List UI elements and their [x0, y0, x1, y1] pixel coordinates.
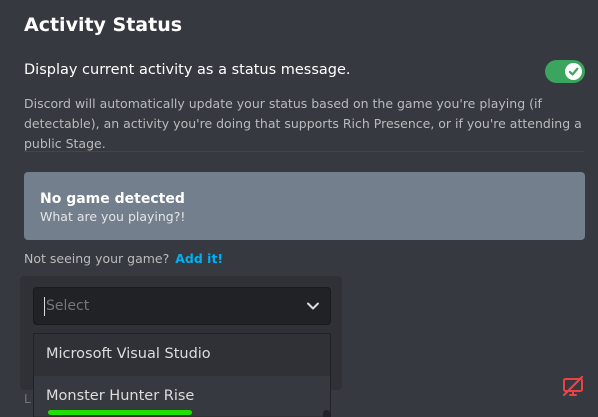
add-game-prompt-text: Not seeing your game?: [24, 251, 170, 266]
game-select[interactable]: Select: [33, 287, 331, 325]
game-option-highlighted[interactable]: Monster Hunter Rise: [34, 376, 330, 416]
text-caret: [44, 296, 45, 316]
menu-scrollbar[interactable]: [323, 410, 330, 417]
game-status-subtitle: What are you playing?!: [40, 209, 186, 224]
screen-share-off-icon[interactable]: [561, 375, 585, 399]
game-select-placeholder[interactable]: Select: [46, 298, 306, 314]
toggle-knob: [565, 63, 582, 80]
add-game-prompt: Not seeing your game? Add it!: [24, 251, 223, 266]
obscured-text: L: [24, 392, 31, 406]
green-underline-annotation: [48, 410, 192, 415]
section-divider: [24, 151, 584, 152]
add-game-link[interactable]: Add it!: [175, 251, 223, 266]
activity-status-toggle[interactable]: [545, 60, 585, 83]
game-status-title: No game detected: [40, 191, 185, 207]
activity-status-label: Display current activity as a status mes…: [24, 62, 351, 78]
game-option[interactable]: Microsoft Visual Studio: [34, 334, 330, 374]
game-select-menu: Microsoft Visual Studio Monster Hunter R…: [33, 333, 331, 417]
check-icon: [568, 67, 579, 76]
page-title: Activity Status: [24, 14, 183, 36]
activity-status-description: Discord will automatically update your s…: [24, 96, 582, 151]
game-status-card: No game detected What are you playing?!: [24, 172, 585, 240]
chevron-down-icon[interactable]: [306, 299, 320, 313]
game-option-label: Monster Hunter Rise: [46, 388, 195, 404]
